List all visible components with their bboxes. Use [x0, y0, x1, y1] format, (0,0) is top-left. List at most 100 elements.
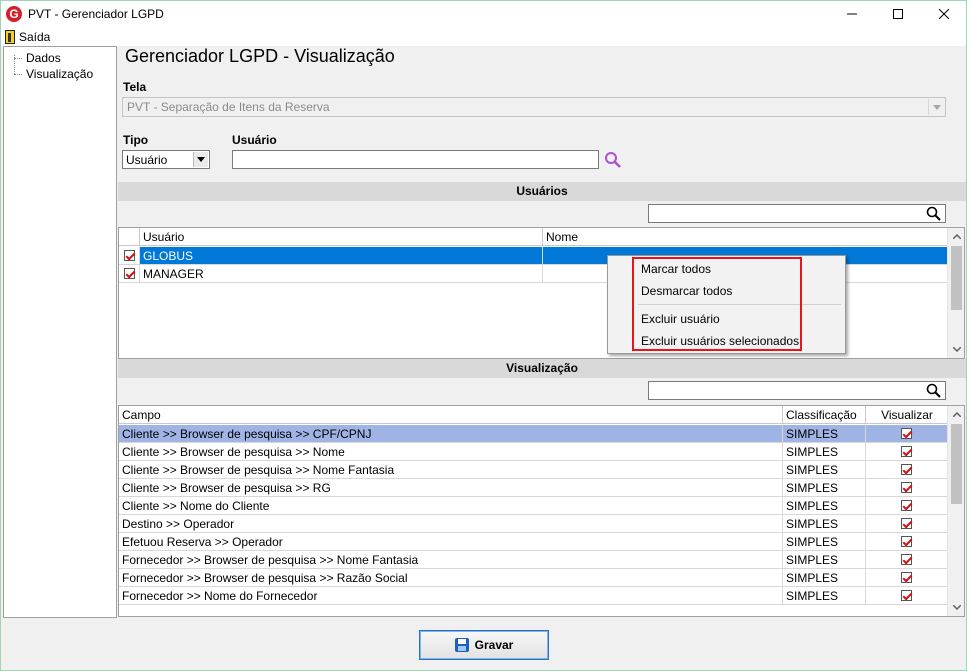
- window-title: PVT - Gerenciador LGPD: [28, 7, 164, 21]
- checkbox-checked-icon[interactable]: [901, 464, 912, 475]
- cell-usuario: GLOBUS: [140, 247, 543, 265]
- table-row[interactable]: Fornecedor >> Nome do Fornecedor SIMPLES: [119, 587, 948, 605]
- users-filter-input[interactable]: [649, 205, 925, 222]
- menu-item-marcar-todos[interactable]: Marcar todos: [641, 262, 711, 276]
- save-button[interactable]: Gravar: [419, 630, 549, 660]
- table-row[interactable]: Efetuou Reserva >> Operador SIMPLES: [119, 533, 948, 551]
- search-icon[interactable]: [926, 383, 942, 399]
- view-grid: Campo Classificação Visualizar Cliente >…: [118, 405, 965, 617]
- checkbox-checked-icon[interactable]: [901, 428, 912, 439]
- save-disk-icon: [454, 638, 469, 652]
- chevron-down-icon: [928, 99, 944, 115]
- cell-campo: Fornecedor >> Nome do Fornecedor: [119, 587, 783, 605]
- cell-campo: Cliente >> Browser de pesquisa >> Nome: [119, 443, 783, 461]
- cell-classificacao: SIMPLES: [783, 587, 866, 605]
- table-row[interactable]: Fornecedor >> Browser de pesquisa >> Raz…: [119, 569, 948, 587]
- cell-visualizar[interactable]: [866, 587, 948, 605]
- checkbox-checked-icon[interactable]: [901, 500, 912, 511]
- table-row[interactable]: Destino >> Operador SIMPLES: [119, 515, 948, 533]
- menu-item-excluir-usuarios-selecionados[interactable]: Excluir usuários selecionados: [641, 334, 799, 348]
- cell-usuario: MANAGER: [140, 265, 543, 283]
- usuario-search-button[interactable]: [602, 150, 624, 170]
- cell-visualizar[interactable]: [866, 497, 948, 515]
- users-grid-header: Usuário Nome: [119, 228, 948, 246]
- table-row[interactable]: Cliente >> Browser de pesquisa >> Nome F…: [119, 461, 948, 479]
- menu-exit-label: Saída: [19, 29, 51, 44]
- row-checkbox[interactable]: [119, 247, 140, 265]
- view-filter[interactable]: [648, 381, 946, 400]
- cell-classificacao: SIMPLES: [783, 497, 866, 515]
- cell-visualizar[interactable]: [866, 551, 948, 569]
- view-scrollbar[interactable]: [947, 406, 964, 616]
- page-title: Gerenciador LGPD - Visualização: [125, 46, 395, 66]
- users-section-header: Usuários: [118, 182, 966, 201]
- cell-classificacao: SIMPLES: [783, 425, 866, 443]
- tree-item-visualizacao[interactable]: Visualização: [26, 67, 93, 81]
- table-row[interactable]: Fornecedor >> Browser de pesquisa >> Nom…: [119, 551, 948, 569]
- header-checkbox-column: [119, 228, 140, 246]
- chevron-down-icon[interactable]: [193, 152, 208, 167]
- tela-label: Tela: [123, 80, 147, 94]
- checkbox-checked-icon[interactable]: [901, 536, 912, 547]
- tree-connector: [14, 74, 22, 75]
- scroll-thumb[interactable]: [951, 246, 962, 310]
- scroll-down-icon[interactable]: [948, 341, 964, 358]
- checkbox-checked-icon[interactable]: [901, 518, 912, 529]
- cell-classificacao: SIMPLES: [783, 569, 866, 587]
- row-checkbox[interactable]: [119, 265, 140, 283]
- app-logo-icon: G: [6, 6, 22, 22]
- cell-campo: Destino >> Operador: [119, 515, 783, 533]
- table-row[interactable]: Cliente >> Browser de pesquisa >> Nome SI…: [119, 443, 948, 461]
- checkbox-checked-icon[interactable]: [901, 446, 912, 457]
- cell-visualizar[interactable]: [866, 569, 948, 587]
- cell-classificacao: SIMPLES: [783, 551, 866, 569]
- menu-item-excluir-usuario[interactable]: Excluir usuário: [641, 312, 720, 326]
- cell-campo: Cliente >> Nome do Cliente: [119, 497, 783, 515]
- scroll-down-icon[interactable]: [948, 599, 964, 616]
- cell-visualizar[interactable]: [866, 425, 948, 443]
- scroll-up-icon[interactable]: [948, 406, 964, 423]
- checkbox-checked-icon[interactable]: [901, 554, 912, 565]
- table-row[interactable]: Cliente >> Browser de pesquisa >> CPF/CP…: [119, 425, 948, 443]
- users-filter[interactable]: [648, 204, 946, 223]
- checkbox-checked-icon[interactable]: [123, 250, 135, 261]
- search-icon: [605, 152, 621, 168]
- search-icon[interactable]: [926, 206, 942, 222]
- cell-classificacao: SIMPLES: [783, 443, 866, 461]
- menu-item-desmarcar-todos[interactable]: Desmarcar todos: [641, 284, 732, 298]
- column-usuario[interactable]: Usuário: [140, 228, 543, 246]
- checkbox-checked-icon[interactable]: [901, 482, 912, 493]
- users-scrollbar[interactable]: [947, 228, 964, 358]
- menu-exit[interactable]: Saída: [5, 28, 50, 45]
- scroll-up-icon[interactable]: [948, 228, 964, 245]
- column-classificacao[interactable]: Classificação: [783, 406, 866, 424]
- cell-campo: Fornecedor >> Browser de pesquisa >> Nom…: [119, 551, 783, 569]
- usuario-input[interactable]: [232, 150, 599, 169]
- checkbox-checked-icon[interactable]: [901, 590, 912, 601]
- cell-visualizar[interactable]: [866, 479, 948, 497]
- cell-visualizar[interactable]: [866, 461, 948, 479]
- tipo-label: Tipo: [123, 133, 149, 147]
- close-button[interactable]: [921, 1, 967, 27]
- tipo-select[interactable]: Usuário: [122, 150, 210, 169]
- column-visualizar[interactable]: Visualizar: [866, 406, 948, 424]
- cell-visualizar[interactable]: [866, 515, 948, 533]
- column-campo[interactable]: Campo: [119, 406, 783, 424]
- view-filter-input[interactable]: [649, 382, 925, 399]
- view-section-header: Visualização: [118, 359, 966, 378]
- scroll-thumb[interactable]: [951, 424, 962, 504]
- tela-select: PVT - Separação de Itens da Reserva: [122, 97, 946, 117]
- tree-item-dados[interactable]: Dados: [26, 51, 61, 65]
- cell-visualizar[interactable]: [866, 443, 948, 461]
- table-row[interactable]: Cliente >> Browser de pesquisa >> RG SIMP…: [119, 479, 948, 497]
- menu-separator: [638, 304, 841, 305]
- menu-bar: Saída: [1, 27, 966, 46]
- tipo-select-value: Usuário: [126, 153, 168, 167]
- minimize-button[interactable]: [829, 1, 875, 27]
- maximize-button[interactable]: [875, 1, 921, 27]
- checkbox-checked-icon[interactable]: [901, 572, 912, 583]
- cell-visualizar[interactable]: [866, 533, 948, 551]
- column-nome[interactable]: Nome: [543, 228, 948, 246]
- table-row[interactable]: Cliente >> Nome do Cliente SIMPLES: [119, 497, 948, 515]
- checkbox-checked-icon[interactable]: [123, 268, 135, 279]
